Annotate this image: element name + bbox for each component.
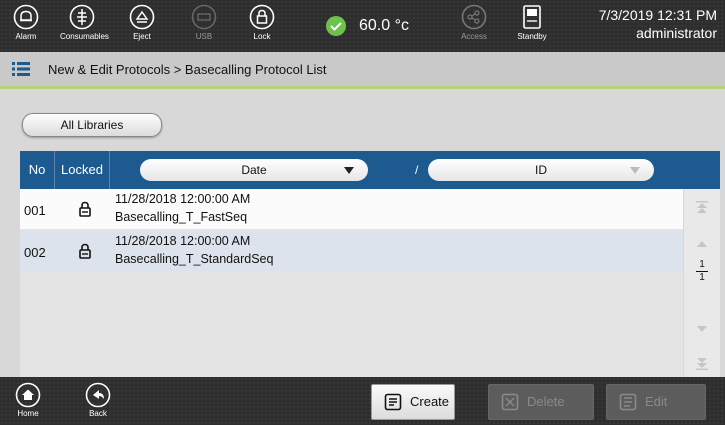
create-label: Create: [410, 394, 450, 409]
lock-button[interactable]: Lock: [240, 4, 284, 50]
edit-icon: [619, 393, 637, 411]
home-label: Home: [17, 409, 39, 418]
bell-icon: [13, 4, 39, 30]
menu-icon[interactable]: [12, 60, 30, 78]
home-icon: [15, 382, 41, 408]
standby-icon: [523, 5, 541, 29]
eject-button[interactable]: Eject: [120, 4, 164, 50]
table-header: No Locked Date / ID: [20, 151, 720, 189]
top-bar: Alarm Consumables Eject USB Lock 60.0 °c…: [0, 0, 725, 52]
lock-icon: [79, 243, 91, 259]
back-icon: [85, 382, 111, 408]
first-page-icon[interactable]: [695, 201, 709, 215]
column-header-no: No: [20, 151, 55, 189]
protocol-list: 001 11/28/2018 12:00:00 AM Basecalling_T…: [20, 189, 683, 381]
edit-button[interactable]: Edit: [606, 384, 706, 420]
pager-column: [684, 189, 720, 381]
create-button[interactable]: Create: [371, 384, 455, 420]
back-button[interactable]: Back: [78, 382, 118, 418]
consumables-button[interactable]: Consumables: [60, 4, 109, 50]
chevron-down-icon: [344, 167, 354, 174]
chevron-down-icon: [630, 167, 640, 174]
temperature-status: 60.0 °c: [325, 15, 409, 37]
row-number: 001: [24, 203, 46, 218]
page-indicator: 1 1: [682, 260, 722, 283]
page-total: 1: [699, 272, 705, 283]
delete-icon: [501, 393, 519, 411]
column-header-locked: Locked: [55, 151, 110, 189]
table-row[interactable]: 002 11/28/2018 12:00:00 AM Basecalling_T…: [20, 231, 683, 271]
document-icon: [384, 393, 402, 411]
sort-separator: /: [415, 163, 419, 177]
next-page-icon[interactable]: [695, 322, 709, 336]
lock-icon: [249, 4, 275, 30]
row-protocol-name: Basecalling_T_StandardSeq: [115, 252, 274, 266]
current-user: administrator: [636, 25, 717, 41]
sort-id-dropdown[interactable]: ID: [428, 159, 654, 181]
sort-id-label: ID: [535, 163, 547, 177]
eject-icon: [129, 4, 155, 30]
datetime-display: 7/3/2019 12:31 PM administrator: [599, 6, 717, 42]
usb-label: USB: [195, 32, 213, 41]
breadcrumb-bar: New & Edit Protocols > Basecalling Proto…: [0, 52, 725, 89]
delete-label: Delete: [527, 394, 565, 409]
alarm-button[interactable]: Alarm: [4, 4, 48, 50]
access-label: Access: [461, 32, 487, 41]
lock-label: Lock: [253, 32, 271, 41]
lock-icon: [79, 201, 91, 217]
previous-page-icon[interactable]: [695, 237, 709, 251]
standby-label: Standby: [517, 32, 547, 41]
consumables-icon: [69, 4, 95, 30]
temperature-value: 60.0 °c: [359, 17, 409, 34]
share-icon: [461, 4, 487, 30]
delete-button[interactable]: Delete: [488, 384, 594, 420]
sort-date-label: Date: [241, 163, 267, 177]
consumables-label: Consumables: [60, 32, 109, 41]
row-protocol-name: Basecalling_T_FastSeq: [115, 210, 248, 224]
row-date: 11/28/2018 12:00:00 AM: [115, 192, 251, 206]
all-libraries-button[interactable]: All Libraries: [22, 113, 162, 137]
row-number: 002: [24, 245, 46, 260]
home-button[interactable]: Home: [8, 382, 48, 418]
row-date: 11/28/2018 12:00:00 AM: [115, 234, 251, 248]
access-button[interactable]: Access: [452, 4, 496, 50]
back-label: Back: [89, 409, 107, 418]
bottom-bar: Home Back Create Delete Edit: [0, 377, 725, 425]
current-datetime: 7/3/2019 12:31 PM: [598, 7, 717, 23]
sort-date-dropdown[interactable]: Date: [140, 159, 368, 181]
usb-icon: [191, 4, 217, 30]
check-icon: [326, 16, 346, 36]
eject-label: Eject: [133, 32, 151, 41]
standby-button[interactable]: Standby: [510, 4, 554, 50]
alarm-label: Alarm: [15, 32, 37, 41]
usb-button[interactable]: USB: [182, 4, 226, 50]
table-row[interactable]: 001 11/28/2018 12:00:00 AM Basecalling_T…: [20, 189, 683, 229]
breadcrumb: New & Edit Protocols > Basecalling Proto…: [48, 62, 327, 77]
edit-label: Edit: [645, 394, 668, 409]
last-page-icon[interactable]: [695, 356, 709, 370]
page-current: 1: [699, 259, 705, 270]
